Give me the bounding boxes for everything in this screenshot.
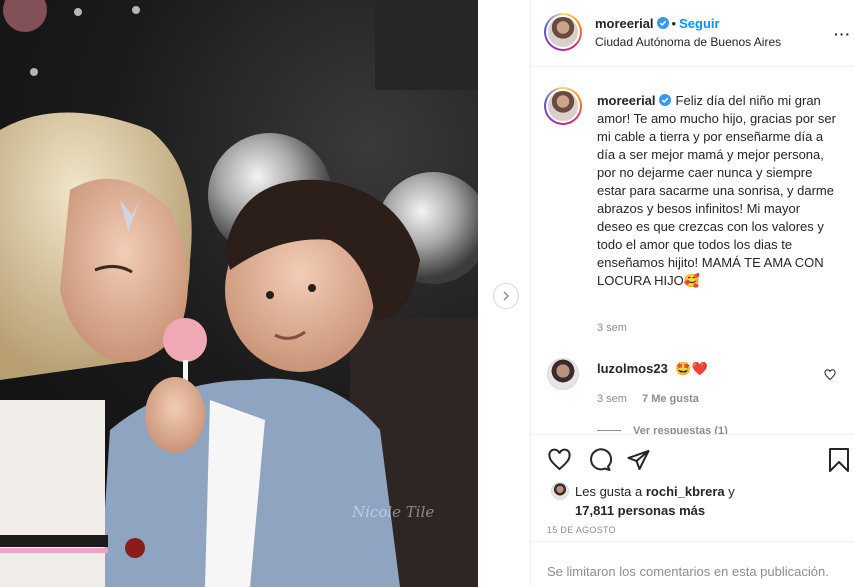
like-comment-heart-icon[interactable] [824, 369, 836, 381]
comment-username[interactable]: luzolmos23 [597, 361, 668, 376]
caption-time[interactable]: 3 sem [597, 322, 627, 334]
view-replies-label: Ver respuestas (1) [633, 425, 728, 434]
comment-text: 🤩❤️ [675, 361, 708, 376]
save-bookmark-icon[interactable] [828, 447, 850, 473]
location-link[interactable]: Ciudad Autónoma de Buenos Aires [595, 35, 781, 49]
comments-area: moreerial Feliz día del niño mi gran amor… [531, 68, 854, 434]
liker-username[interactable]: rochi_kbrera [646, 484, 725, 499]
author-avatar[interactable] [544, 13, 582, 51]
likes-prefix: Les gusta a [575, 484, 643, 499]
comment-likes[interactable]: 7 Me gusta [642, 393, 699, 405]
verified-badge-icon [658, 94, 671, 106]
photo-watermark: Nicole Tile [352, 503, 435, 521]
comment-meta: 3 sem 7 Me gusta [597, 393, 699, 405]
liker-avatar[interactable] [551, 482, 569, 500]
caption-text: Feliz día del niño mi gran amor! Te amo … [597, 93, 836, 288]
photo-illustration [0, 0, 478, 587]
next-photo-button[interactable] [493, 283, 519, 309]
more-options-button[interactable]: ··· [834, 26, 851, 42]
post-photo[interactable]: Nicole Tile [0, 0, 530, 587]
like-heart-icon[interactable] [547, 448, 572, 472]
post-header: moreerial • Seguir Ciudad Autónoma de Buen… [531, 0, 854, 67]
comment-bubble-icon[interactable] [587, 448, 612, 472]
author-username[interactable]: moreerial [595, 16, 654, 31]
likes-summary: Les gusta a rochi_kbrera y 17,811 person… [575, 482, 735, 520]
post-actions: Les gusta a rochi_kbrera y 17,811 person… [531, 434, 854, 587]
view-replies-button[interactable]: Ver respuestas (1) [597, 425, 728, 434]
commenter-avatar[interactable] [547, 358, 579, 390]
separator: • [671, 16, 677, 31]
post-side-panel: moreerial • Seguir Ciudad Autónoma de Buen… [530, 0, 854, 587]
follow-button[interactable]: Seguir [679, 16, 719, 31]
verified-badge-icon [656, 17, 669, 29]
caption-avatar[interactable] [544, 87, 582, 125]
caption: moreerial Feliz día del niño mi gran amor… [597, 92, 837, 290]
likes-count[interactable]: 17,811 personas más [575, 503, 705, 518]
likes-conj: y [728, 484, 735, 499]
comments-limited-notice: Se limitaron los comentarios en esta pub… [531, 541, 854, 587]
share-paper-plane-icon[interactable] [626, 448, 651, 472]
chevron-right-icon [503, 291, 510, 301]
caption-username[interactable]: moreerial [597, 93, 656, 108]
author-line: moreerial • Seguir [595, 15, 720, 33]
comment-time[interactable]: 3 sem [597, 393, 627, 405]
comment: luzolmos23 🤩❤️ [597, 361, 708, 377]
post-date[interactable]: 15 DE AGOSTO [547, 525, 616, 535]
